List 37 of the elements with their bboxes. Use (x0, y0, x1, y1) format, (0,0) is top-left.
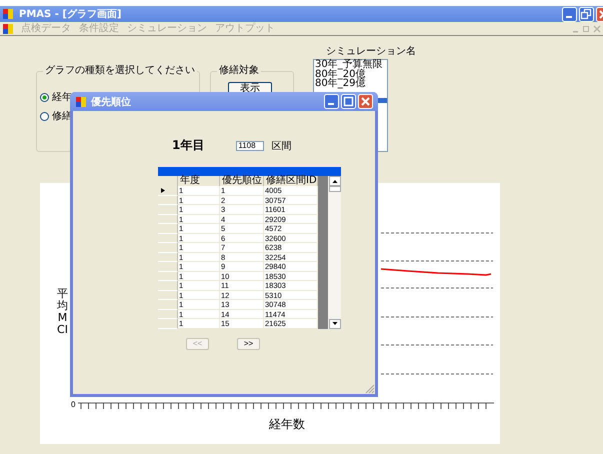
app-icon (3, 24, 13, 34)
close-button[interactable] (358, 94, 373, 109)
restore-icon[interactable] (582, 24, 590, 32)
close-icon[interactable] (593, 24, 601, 32)
column-header[interactable]: 年度 (178, 176, 220, 186)
app-icon (76, 96, 86, 106)
year-label: 1年目 (172, 137, 204, 154)
radio-button[interactable] (40, 112, 49, 121)
axis-title: 経年数 (269, 416, 305, 433)
axis-title: 平均MCI (57, 288, 68, 336)
dialog-title: 優先順位 (91, 96, 132, 108)
minimize-button[interactable] (562, 6, 577, 22)
row-header[interactable] (158, 186, 178, 196)
maximize-button[interactable] (341, 94, 356, 109)
scroll-down-button[interactable] (328, 318, 340, 328)
radio-label: 経年 (52, 92, 72, 103)
vertical-scrollbar[interactable] (328, 176, 341, 328)
radio-button[interactable] (40, 93, 49, 102)
field-label: 区間 (271, 140, 292, 152)
window-title: PMAS - [グラフ画面] (19, 8, 122, 21)
list-item[interactable]: 80年_20億 (314, 70, 387, 79)
restore-button[interactable] (579, 6, 594, 22)
group-title: 修繕対象 (218, 66, 260, 76)
scrollbar-thumb[interactable] (328, 186, 340, 192)
list-label: シミュレーション名 (326, 47, 416, 57)
next-button[interactable]: >> (237, 338, 260, 350)
app-icon (3, 9, 13, 19)
scroll-up-button[interactable] (328, 176, 340, 186)
column-header[interactable]: 優先順位 (220, 176, 264, 186)
column-header[interactable]: 修繕区間ID (264, 176, 318, 186)
resize-grip-icon[interactable] (365, 384, 375, 394)
minimize-button[interactable] (324, 94, 339, 109)
list-item[interactable]: 30年_予算無限 (314, 60, 387, 70)
axis-label: 0 (71, 400, 76, 409)
list-item[interactable]: 80年_29億 (314, 79, 387, 88)
group-title: グラフの種類を選択してください (44, 66, 196, 76)
section-field[interactable]: 1108 (236, 140, 264, 150)
